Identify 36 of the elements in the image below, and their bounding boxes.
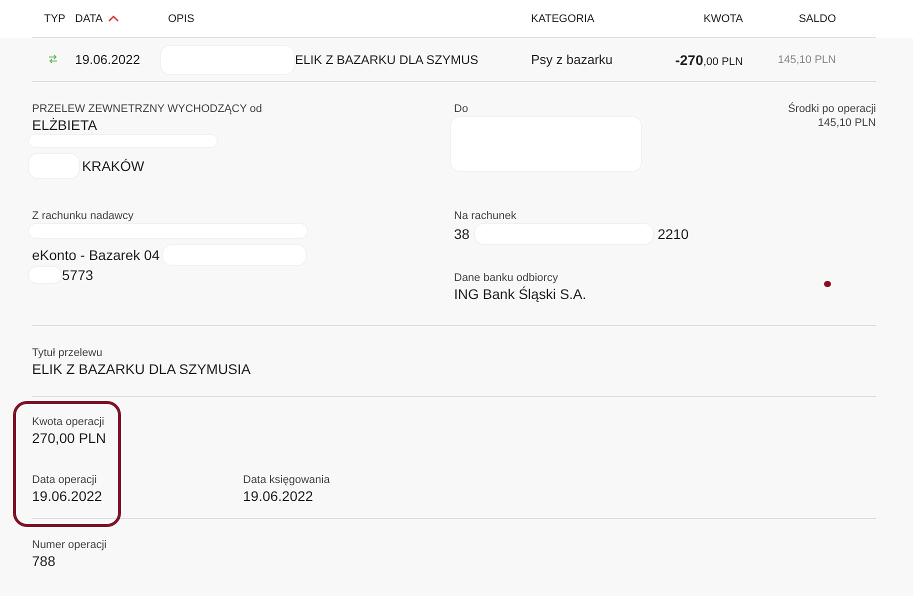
description-cell: ELIK Z BAZARKU DLA SZYMUS bbox=[295, 52, 478, 66]
field-value: eKonto - Bazarek 04 bbox=[32, 246, 160, 264]
field-value: 5773 bbox=[62, 266, 94, 284]
column-header[interactable]: DATA bbox=[75, 12, 103, 24]
column-header[interactable]: OPIS bbox=[168, 12, 194, 24]
field-label: Środki po operacji bbox=[788, 102, 876, 116]
field-value: 270,00 PLN bbox=[32, 429, 106, 447]
amount-cell-text: -270,00 PLN bbox=[674, 52, 743, 68]
field-value: 2210 bbox=[658, 225, 689, 243]
balance-cell-text: 145,10 PLN bbox=[776, 54, 836, 66]
column-header[interactable]: KATEGORIA bbox=[531, 12, 594, 24]
date-cell-text: 19.06.2022 bbox=[75, 52, 142, 67]
field-value: 145,10 PLN bbox=[818, 116, 876, 130]
field-value: 788 bbox=[32, 552, 56, 570]
field-label: Dane banku odbiorcy bbox=[454, 271, 558, 285]
field-label: Data operacji bbox=[32, 473, 97, 487]
field-label: Tytuł przelewu bbox=[32, 346, 102, 360]
field-label: Kwota operacji bbox=[32, 415, 104, 429]
field-label: Do bbox=[454, 102, 468, 116]
field-value: 19.06.2022 bbox=[243, 487, 314, 505]
column-header[interactable]: SALDO bbox=[798, 12, 836, 24]
field-label: Data księgowania bbox=[243, 473, 330, 487]
column-header[interactable]: KWOTA bbox=[703, 12, 743, 24]
field-label: Z rachunku nadawcy bbox=[32, 209, 134, 223]
field-value: ELŻBIETA bbox=[32, 116, 98, 134]
column-header[interactable]: TYP bbox=[44, 12, 66, 24]
transfer-icon bbox=[48, 54, 58, 64]
field-value: ELIK Z BAZARKU DLA SZYMUSIA bbox=[32, 360, 251, 378]
field-value: 19.06.2022 bbox=[32, 487, 102, 505]
category-cell-text: Psy z bazarku bbox=[531, 52, 614, 67]
field-label: Na rachunek bbox=[454, 209, 516, 223]
field-label: Numer operacji bbox=[32, 538, 107, 552]
field-label: PRZELEW ZEWNETRZNY WYCHODZĄCY od bbox=[32, 102, 262, 116]
field-value: KRAKÓW bbox=[82, 157, 144, 175]
field-value: ING Bank Śląski S.A. bbox=[454, 285, 586, 303]
field-value: 38 bbox=[454, 225, 470, 243]
